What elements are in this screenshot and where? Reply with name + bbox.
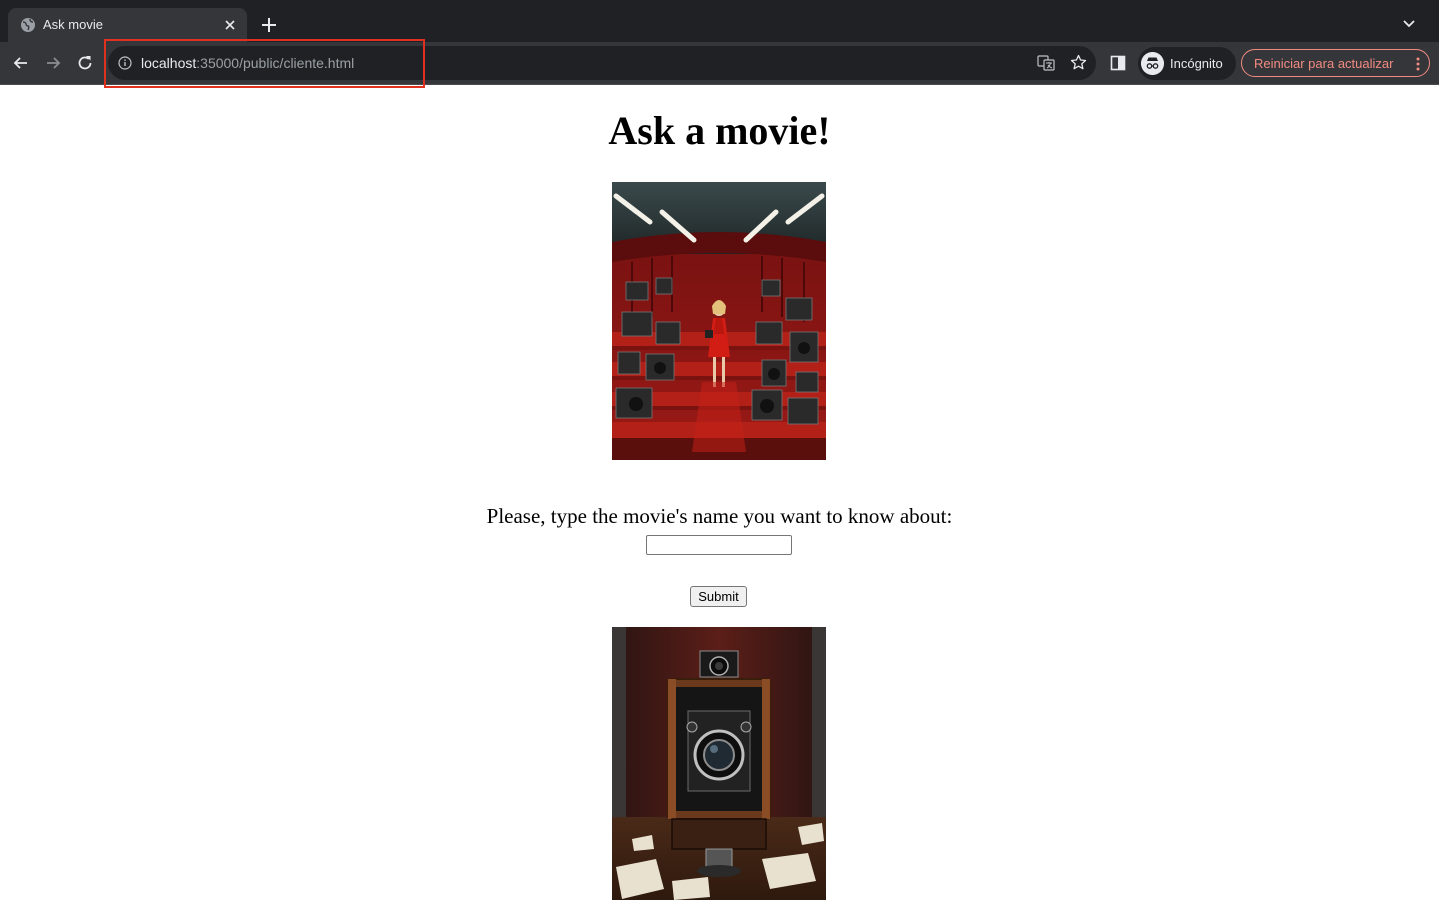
plus-icon[interactable] <box>259 15 279 35</box>
page-content: Ask a movie! Please, type the movie's na… <box>0 85 1439 900</box>
movie-prompt-label: Please, type the movie's name you want t… <box>486 504 953 528</box>
tab-title: Ask movie <box>43 17 103 32</box>
incognito-label: Incógnito <box>1170 56 1223 71</box>
incognito-icon <box>1141 52 1164 75</box>
chevron-down-icon[interactable] <box>1401 15 1417 31</box>
browser-tabstrip: Ask movie <box>0 0 1439 42</box>
vintage-camera-photo <box>612 627 826 900</box>
star-icon[interactable] <box>1070 54 1087 71</box>
close-icon[interactable] <box>222 17 238 33</box>
globe-icon <box>21 18 35 32</box>
side-panel-icon[interactable] <box>1110 55 1126 71</box>
address-url[interactable]: localhost:35000/public/cliente.html <box>141 55 354 71</box>
address-path: :35000/public/cliente.html <box>196 55 355 71</box>
reload-icon[interactable] <box>75 53 95 73</box>
submit-button[interactable]: Submit <box>690 586 747 607</box>
incognito-badge[interactable]: Incógnito <box>1138 47 1236 80</box>
arrow-right-icon[interactable] <box>43 53 63 73</box>
browser-toolbar: localhost:35000/public/cliente.html Incó… <box>0 42 1439 85</box>
address-bar[interactable]: localhost:35000/public/cliente.html <box>108 46 1096 80</box>
browser-tab[interactable]: Ask movie <box>8 8 247 42</box>
cinema-cameras-photo <box>612 182 826 460</box>
info-icon[interactable] <box>118 56 132 70</box>
translate-icon[interactable] <box>1037 55 1055 71</box>
address-host: localhost <box>141 55 197 71</box>
update-button[interactable]: Reiniciar para actualizar <box>1241 49 1430 77</box>
page-title: Ask a movie! <box>608 108 831 153</box>
arrow-left-icon[interactable] <box>11 53 31 73</box>
movie-name-input[interactable] <box>646 535 792 555</box>
update-button-label: Reiniciar para actualizar <box>1254 56 1394 71</box>
kebab-menu-icon[interactable] <box>1415 56 1421 72</box>
